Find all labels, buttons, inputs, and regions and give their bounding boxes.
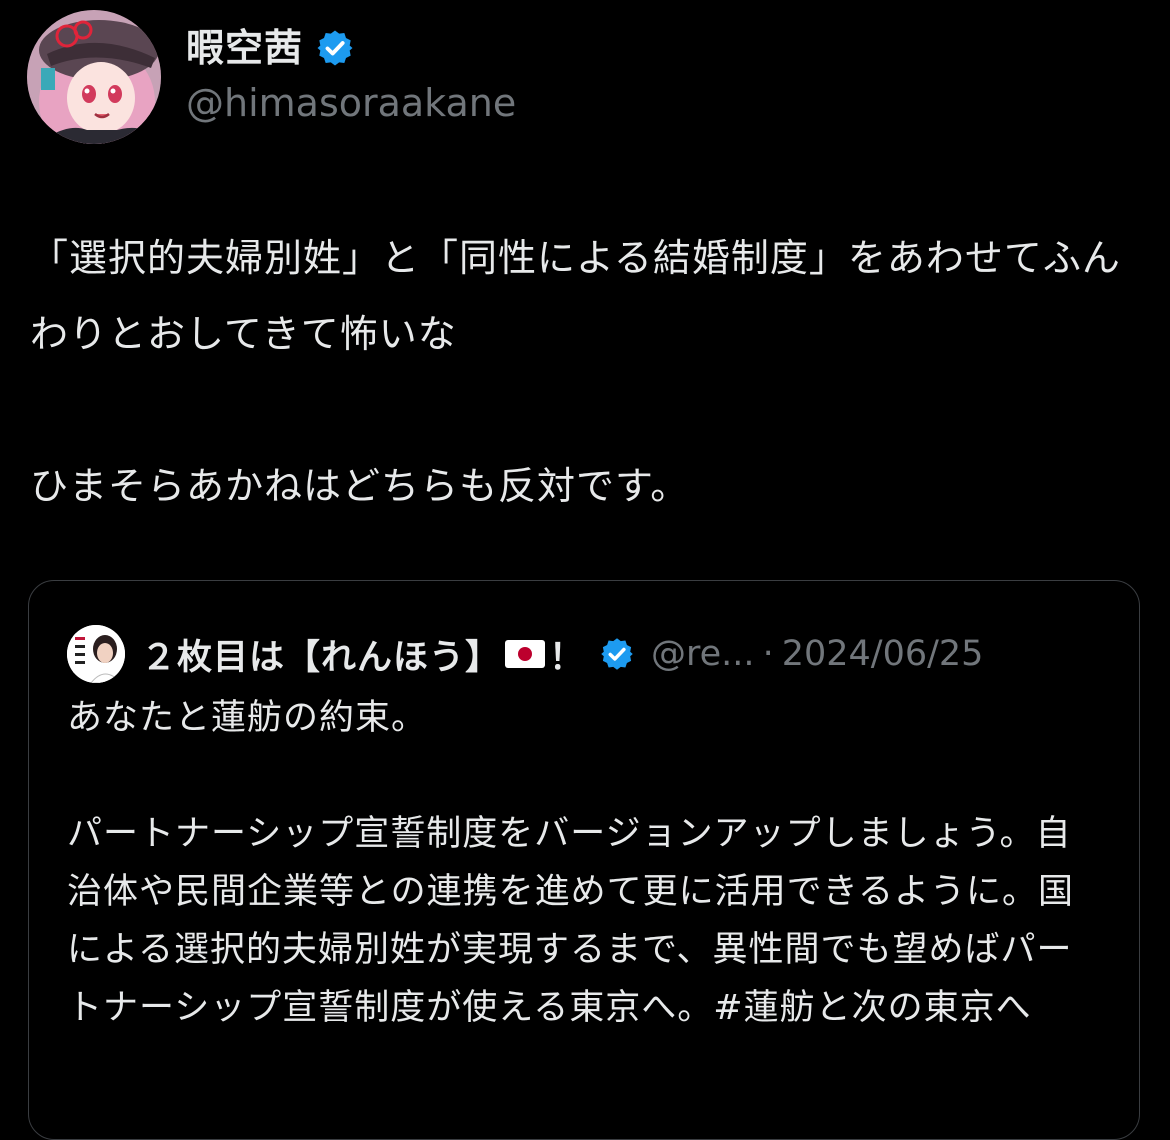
header-separator: ·: [762, 634, 774, 674]
author-avatar[interactable]: [27, 10, 161, 144]
japan-flag-icon: [505, 640, 546, 668]
author-display-name[interactable]: 暇空茜: [186, 26, 303, 70]
quoted-author-handle[interactable]: @re...: [651, 634, 755, 674]
politician-photo-avatar-icon: [67, 625, 125, 683]
quoted-author-name-suffix: ！: [549, 637, 586, 678]
verified-badge-icon: [317, 30, 353, 66]
quoted-tweet-card[interactable]: ２枚目は【れんほう】 ！ @re... · 2024/06/25 あなたと蓮舫の…: [28, 580, 1140, 1140]
quoted-author-avatar[interactable]: [67, 625, 125, 683]
author-name-row: 暇空茜: [186, 26, 355, 70]
tweet-text: 「選択的夫婦別姓」と「同性による結婚制度」をあわせてふんわりとおしてきて怖いな …: [30, 236, 1121, 508]
quoted-tweet-text: あなたと蓮舫の約束。 パートナーシップ宣誓制度をバージョンアップしましょう。自治…: [67, 698, 1074, 1028]
quoted-tweet-header: ２枚目は【れんほう】 ！ @re... · 2024/06/25: [67, 625, 983, 683]
quoted-author-name[interactable]: ２枚目は【れんほう】: [141, 629, 501, 680]
anime-character-avatar-icon: [27, 10, 161, 144]
quoted-tweet-date[interactable]: 2024/06/25: [782, 634, 984, 674]
author-handle[interactable]: @himasoraakane: [186, 80, 516, 126]
verified-badge-icon: [601, 638, 633, 670]
